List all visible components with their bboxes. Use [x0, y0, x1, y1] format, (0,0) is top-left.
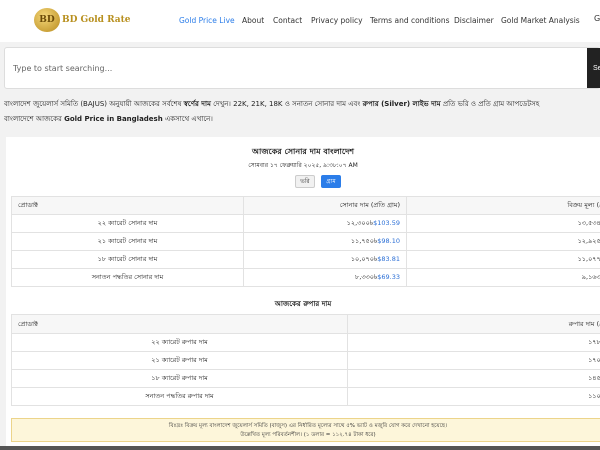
product-cell: ২১ ক্যারেট সোনার দাম [11, 232, 244, 251]
price-bdt: ১০,০৭০৳ [350, 255, 378, 263]
price-cell: ১৭০৳ [347, 351, 600, 370]
price-cell: ১১,৭৫০৳$98.10 [243, 232, 407, 251]
gold-price-table: প্রোডাক্ট সোনার দাম (প্রতি গ্রাম) বিক্রয… [11, 196, 600, 287]
gold-price-title: আজকের সোনার দাম বাংলাদেশ [251, 147, 354, 156]
price-bdt: ১১,৭৫০৳ [350, 237, 378, 245]
nav-item-about[interactable]: About [242, 16, 264, 25]
price-card: আজকের সোনার দাম বাংলাদেশ সোমবার ১৭ ফেব্র… [6, 137, 600, 450]
table-row: ১৮ ক্যারেট রুপার দাম ১৪৫৳ [11, 369, 600, 388]
table-row: ২২ ক্যারেট সোনার দাম ১২,৩০০৳$103.59 ১৩,৫… [11, 214, 600, 233]
column-header-silver-price: রুপার দাম (প্র [347, 314, 600, 334]
price-notice: বিঃদ্রঃ বিক্রয় মূল্য বাংলাদেশ জুয়েলার্… [11, 418, 600, 442]
table-row: সনাতন পদ্ধতির রুপার দাম ১১০৳ [11, 387, 600, 406]
nav-item-gold-market-analysis[interactable]: Gold Market Analysis [501, 16, 580, 25]
intro-text-segment: বাংলাদেশ জুয়েলার্স সমিতি (BAJUS) অনুযায… [4, 100, 184, 108]
price-cell: ১৪৫৳ [347, 369, 600, 388]
intro-highlight: রুপার (Silver) লাইভ দাম [362, 100, 441, 108]
sell-price-cell: ১২,৯২৫৳ [406, 232, 600, 251]
column-header-gold-price: সোনার দাম (প্রতি গ্রাম) [243, 196, 407, 215]
intro-text-segment: বাংলাদেশে আজকের [4, 115, 65, 123]
intro-highlight: Gold Price in Bangladesh [64, 115, 163, 123]
product-cell: সনাতন পদ্ধতির সোনার দাম [11, 268, 244, 287]
search-input[interactable] [5, 48, 585, 88]
column-header-product: প্রোডাক্ট [11, 196, 244, 215]
column-header-sell-price: বিক্রয় মূল্য (প্র [406, 196, 600, 215]
product-cell: ২২ ক্যারেট রুপার দাম [11, 333, 348, 352]
unit-toggle-gram[interactable]: গ্রাম [321, 175, 341, 188]
navbar: BD BD Gold Rate Gold Price Live About Co… [0, 0, 600, 42]
table-header-row: প্রোডাক্ট রুপার দাম (প্র [11, 314, 600, 334]
intro-text: বাংলাদেশ জুয়েলার্স সমিতি (BAJUS) অনুযায… [4, 97, 600, 127]
table-header-row: প্রোডাক্ট সোনার দাম (প্রতি গ্রাম) বিক্রয… [11, 196, 600, 215]
price-bdt: ১২,৩০০৳ [346, 219, 374, 227]
main-nav: Gold Price Live About Contact Privacy po… [0, 16, 600, 28]
unit-toggle-vori[interactable]: ভরি [295, 175, 315, 188]
product-cell: সনাতন পদ্ধতির রুপার দাম [11, 387, 348, 406]
product-cell: ২১ ক্যারেট রুপার দাম [11, 351, 348, 370]
price-cell: ৮,৩৩০৳$69.33 [243, 268, 407, 287]
sell-price-cell: ১৩,৫৩৪৳ [406, 214, 600, 233]
nav-item-terms[interactable]: Terms and conditions [370, 16, 450, 25]
price-usd: $98.10 [377, 237, 400, 245]
price-cell: ১০,০৭০৳$83.81 [243, 250, 407, 269]
nav-item-contact[interactable]: Contact [273, 16, 302, 25]
price-cell: ১১০৳ [347, 387, 600, 406]
intro-text-segment: প্রতি ভরি ও প্রতি গ্রাম আপডেটসহ [440, 100, 540, 108]
price-date: সোমবার ১৭ ফেব্রুয়ারি ২০২৫, ৯:৩৮:০৭ AM [248, 162, 358, 169]
nav-item-disclaimer[interactable]: Disclaimer [454, 16, 494, 25]
bottom-bar [0, 446, 600, 450]
table-row: ২১ ক্যারেট সোনার দাম ১১,৭৫০৳$98.10 ১২,৯২… [11, 232, 600, 251]
table-row: ১৮ ক্যারেট সোনার দাম ১০,০৭০৳$83.81 ১১,০৭… [11, 250, 600, 269]
table-row: সনাতন পদ্ধতির সোনার দাম ৮,৩৩০৳$69.33 ৯,১… [11, 268, 600, 287]
product-cell: ২২ ক্যারেট সোনার দাম [11, 214, 244, 233]
product-cell: ১৮ ক্যারেট রুপার দাম [11, 369, 348, 388]
sell-price-cell: ১১,০৭৭৳ [406, 250, 600, 269]
sell-price-cell: ৯,১৬৩৳ [406, 268, 600, 287]
price-bdt: ৮,৩৩০৳ [355, 273, 378, 281]
search-button[interactable]: Se [587, 48, 600, 88]
price-usd: $69.33 [377, 273, 400, 281]
notice-line: উল্লেখিত মূল্য পরিবর্তনশীল। (১ ডলার = ১১… [240, 432, 376, 438]
nav-item-overflow[interactable]: G [594, 14, 600, 28]
intro-text-segment: একসাথে এখানে। [162, 115, 213, 123]
search-bar: Se [4, 47, 600, 89]
table-row: ২১ ক্যারেট রুপার দাম ১৭০৳ [11, 351, 600, 370]
price-usd: $103.59 [373, 219, 400, 227]
table-row: ২২ ক্যারেট রুপার দাম ১৭৮৳ [11, 333, 600, 352]
price-cell: ১৭৮৳ [347, 333, 600, 352]
notice-line: বিঃদ্রঃ বিক্রয় মূল্য বাংলাদেশ জুয়েলার্… [168, 423, 448, 429]
silver-price-title: আজকের রুপার দাম [274, 300, 332, 308]
nav-item-privacy-policy[interactable]: Privacy policy [311, 16, 363, 25]
intro-highlight: স্বর্ণের দাম [183, 100, 211, 108]
price-cell: ১২,৩০০৳$103.59 [243, 214, 407, 233]
column-header-product: প্রোডাক্ট [11, 314, 348, 334]
silver-price-table: প্রোডাক্ট রুপার দাম (প্র ২২ ক্যারেট রুপা… [11, 314, 600, 406]
price-usd: $83.81 [377, 255, 400, 263]
nav-item-gold-price-live[interactable]: Gold Price Live [179, 16, 235, 25]
intro-text-segment: দেখুন। 22K, 21K, 18K ও সনাতন সোনার দাম এ… [210, 100, 363, 108]
product-cell: ১৮ ক্যারেট সোনার দাম [11, 250, 244, 269]
